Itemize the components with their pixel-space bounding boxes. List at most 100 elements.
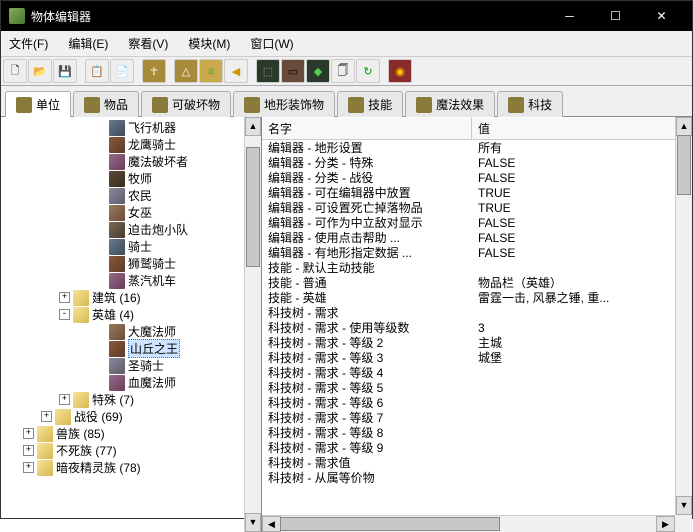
property-row[interactable]: 编辑器 - 可作为中立敌对显示FALSE [262, 215, 692, 230]
list-scroll-thumb-v[interactable] [677, 135, 691, 195]
tree-node[interactable]: 狮鹫骑士 [1, 255, 261, 272]
list-scroll-thumb-h[interactable] [280, 517, 500, 531]
expand-toggle[interactable]: + [59, 394, 70, 405]
property-row[interactable]: 科技树 - 从属等价物 [262, 470, 692, 485]
node-label: 农民 [128, 187, 152, 204]
property-row[interactable]: 技能 - 英雄雷霆一击, 风暴之锤, 重... [262, 290, 692, 305]
menu-module[interactable]: 模块(M) [184, 33, 234, 54]
tree-node[interactable]: 牧师 [1, 170, 261, 187]
tool-7[interactable]: ◆ [306, 59, 330, 83]
list-scrollbar-v[interactable] [675, 117, 692, 515]
tool-4[interactable]: ◀ [224, 59, 248, 83]
tree-node[interactable]: 龙鹰骑士 [1, 136, 261, 153]
tool-6[interactable]: ▭ [281, 59, 305, 83]
column-name[interactable]: 名字 [262, 117, 472, 139]
tab-doodad[interactable]: 地形装饰物 [233, 91, 335, 117]
tab-item[interactable]: 物品 [73, 91, 139, 117]
menu-edit[interactable]: 编辑(E) [64, 33, 112, 54]
tree-scrollbar[interactable] [244, 117, 261, 532]
unit-tree[interactable]: 飞行机器龙鹰骑士魔法破坏者牧师农民女巫迫击炮小队骑士狮鹫骑士蒸汽机车+建筑 (1… [1, 117, 261, 532]
property-row[interactable]: 科技树 - 需求 - 等级 8 [262, 425, 692, 440]
expand-toggle[interactable]: + [23, 445, 34, 456]
list-scrollbar-h[interactable] [262, 515, 675, 532]
property-row[interactable]: 编辑器 - 可设置死亡掉落物品TRUE [262, 200, 692, 215]
save-button[interactable]: 💾 [53, 59, 77, 83]
prop-value: TRUE [472, 186, 692, 200]
expand-toggle[interactable]: + [59, 292, 70, 303]
close-button[interactable]: ✕ [639, 1, 684, 31]
property-row[interactable]: 科技树 - 需求 - 等级 9 [262, 440, 692, 455]
tab-ability[interactable]: 技能 [337, 91, 403, 117]
tree-node[interactable]: 女巫 [1, 204, 261, 221]
tree-node[interactable]: 山丘之王 [1, 340, 261, 357]
tree-node[interactable]: +特殊 (7) [1, 391, 261, 408]
property-row[interactable]: 编辑器 - 分类 - 特殊FALSE [262, 155, 692, 170]
tab-upgrade[interactable]: 科技 [497, 91, 563, 117]
property-row[interactable]: 编辑器 - 可在编辑器中放置TRUE [262, 185, 692, 200]
property-row[interactable]: 编辑器 - 分类 - 战役FALSE [262, 170, 692, 185]
property-row[interactable]: 科技树 - 需求 - 等级 7 [262, 410, 692, 425]
tree-node[interactable]: 农民 [1, 187, 261, 204]
tool-8[interactable]: 🗍 [331, 59, 355, 83]
expand-toggle[interactable]: + [23, 428, 34, 439]
property-row[interactable]: 编辑器 - 使用点击帮助 ...FALSE [262, 230, 692, 245]
menu-file[interactable]: 文件(F) [5, 33, 52, 54]
tree-node[interactable]: +暗夜精灵族 (78) [1, 459, 261, 476]
property-row[interactable]: 技能 - 默认主动技能 [262, 260, 692, 275]
expand-toggle[interactable]: - [59, 309, 70, 320]
tool-2[interactable]: △ [174, 59, 198, 83]
tree-node[interactable]: +建筑 (16) [1, 289, 261, 306]
tool-10[interactable]: ◉ [388, 59, 412, 83]
tree-node[interactable]: 大魔法师 [1, 323, 261, 340]
property-list[interactable]: 编辑器 - 地形设置所有编辑器 - 分类 - 特殊FALSE编辑器 - 分类 -… [262, 140, 692, 532]
tree-node[interactable]: +战役 (69) [1, 408, 261, 425]
property-header: 名字 值 [262, 117, 692, 140]
property-row[interactable]: 科技树 - 需求值 [262, 455, 692, 470]
tree-node[interactable]: 魔法破坏者 [1, 153, 261, 170]
tree-node[interactable]: 圣骑士 [1, 357, 261, 374]
property-row[interactable]: 科技树 - 需求 - 等级 5 [262, 380, 692, 395]
paste-button[interactable]: 📄 [110, 59, 134, 83]
dest-icon [152, 97, 168, 113]
maximize-button[interactable]: ☐ [593, 1, 638, 31]
titlebar[interactable]: 物体编辑器 ─ ☐ ✕ [1, 1, 692, 31]
open-button[interactable]: 📂 [28, 59, 52, 83]
menu-window[interactable]: 窗口(W) [246, 33, 297, 54]
tree-node[interactable]: +不死族 (77) [1, 442, 261, 459]
tree-scroll-thumb[interactable] [246, 147, 260, 267]
tool-1[interactable]: ☥ [142, 59, 166, 83]
property-row[interactable]: 编辑器 - 地形设置所有 [262, 140, 692, 155]
property-row[interactable]: 技能 - 普通物品栏（英雄） [262, 275, 692, 290]
property-row[interactable]: 科技树 - 需求 - 等级 2主城 [262, 335, 692, 350]
tool-3[interactable]: a [199, 59, 223, 83]
tool-5[interactable]: ⬚ [256, 59, 280, 83]
expand-toggle[interactable]: + [23, 462, 34, 473]
tab-unit[interactable]: 单位 [5, 91, 71, 117]
tab-buff[interactable]: 魔法效果 [405, 91, 495, 117]
property-row[interactable]: 科技树 - 需求 - 等级 3城堡 [262, 350, 692, 365]
prop-name: 科技树 - 从属等价物 [262, 469, 472, 486]
property-row[interactable]: 科技树 - 需求 - 使用等级数3 [262, 320, 692, 335]
menu-view[interactable]: 察看(V) [124, 33, 172, 54]
minimize-button[interactable]: ─ [547, 1, 592, 31]
expand-toggle[interactable]: + [41, 411, 52, 422]
property-row[interactable]: 科技树 - 需求 - 等级 4 [262, 365, 692, 380]
copy-button[interactable]: 📋 [85, 59, 109, 83]
tool-9[interactable]: ↻ [356, 59, 380, 83]
node-icon [55, 409, 71, 425]
tree-node[interactable]: 骑士 [1, 238, 261, 255]
column-value[interactable]: 值 [472, 117, 692, 139]
property-row[interactable]: 科技树 - 需求 - 等级 6 [262, 395, 692, 410]
tab-destructible[interactable]: 可破坏物 [141, 91, 231, 117]
new-button[interactable]: 🗋 [3, 59, 27, 83]
tree-node[interactable]: 蒸汽机车 [1, 272, 261, 289]
tree-node[interactable]: 飞行机器 [1, 119, 261, 136]
node-label: 魔法破坏者 [128, 153, 188, 170]
property-row[interactable]: 编辑器 - 有地形指定数据 ...FALSE [262, 245, 692, 260]
tree-node[interactable]: -英雄 (4) [1, 306, 261, 323]
tree-node[interactable]: 迫击炮小队 [1, 221, 261, 238]
node-label: 龙鹰骑士 [128, 136, 176, 153]
tree-node[interactable]: 血魔法师 [1, 374, 261, 391]
property-row[interactable]: 科技树 - 需求 [262, 305, 692, 320]
tree-node[interactable]: +兽族 (85) [1, 425, 261, 442]
